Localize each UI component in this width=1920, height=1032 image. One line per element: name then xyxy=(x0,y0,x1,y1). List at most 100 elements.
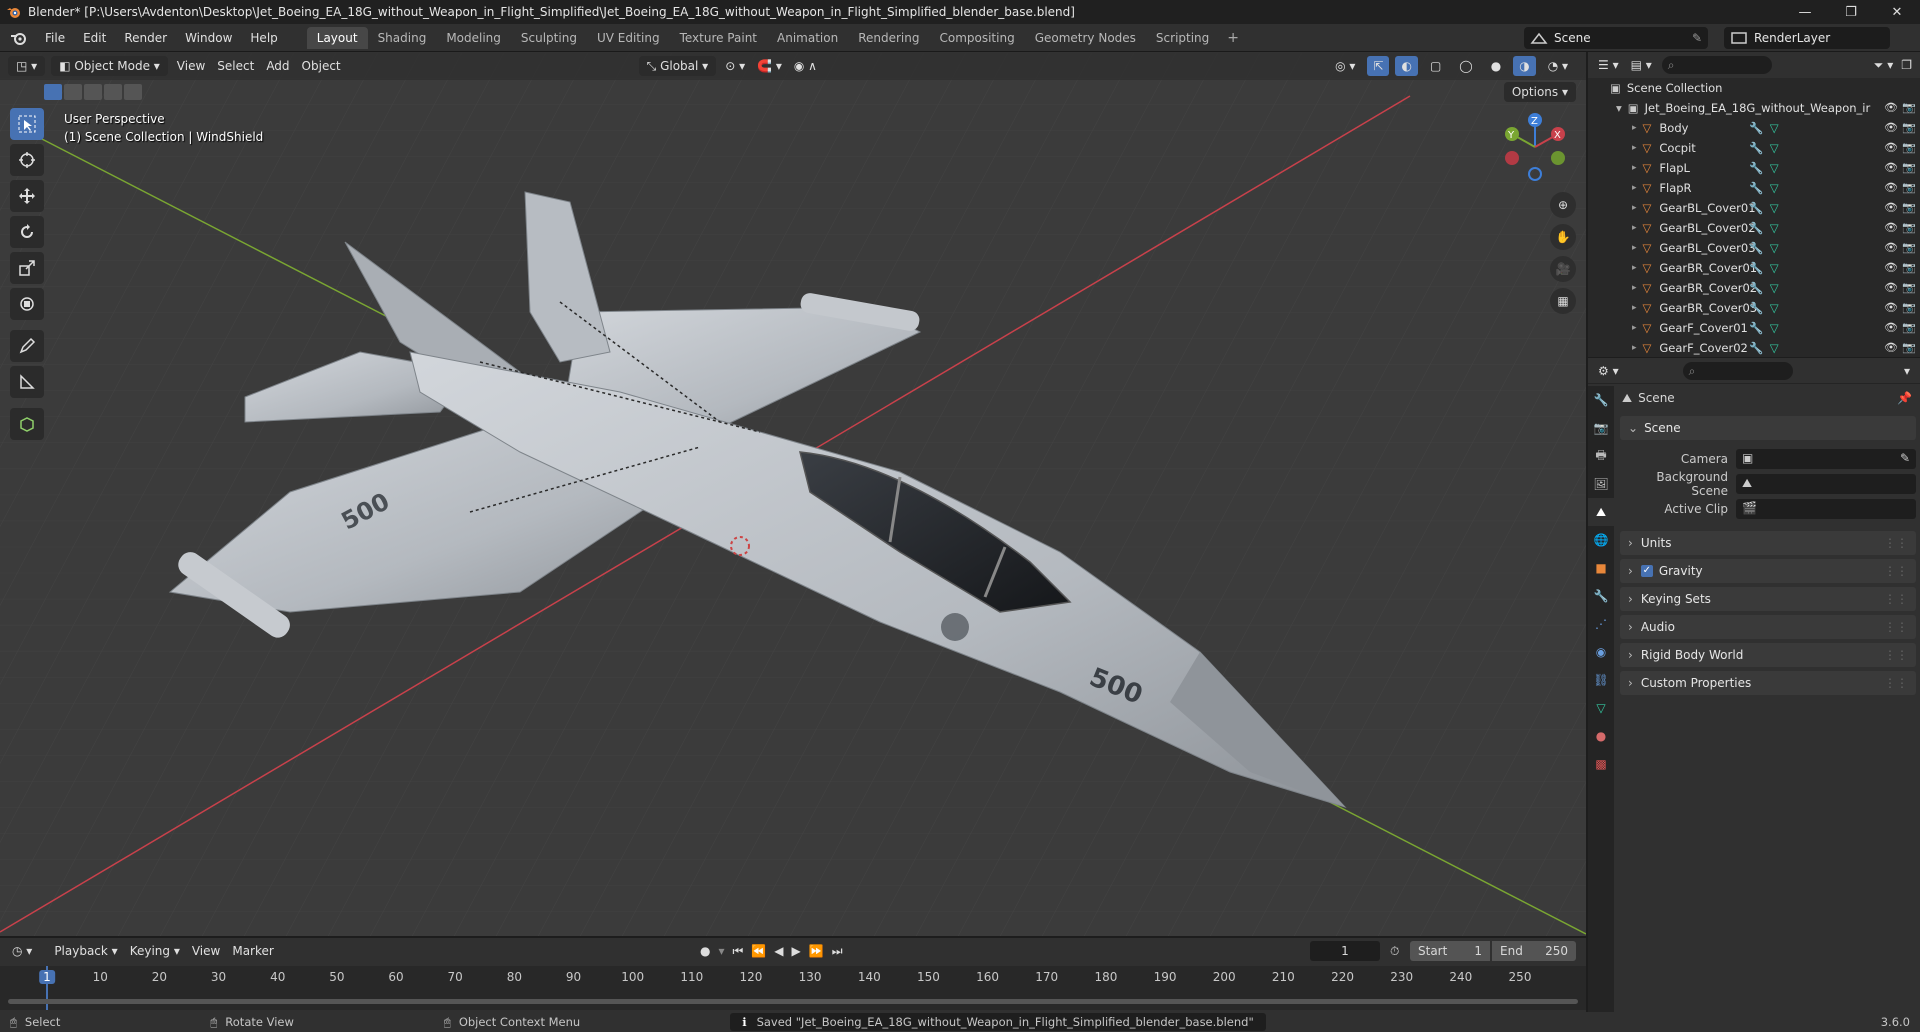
mesh-data-icon[interactable]: ▽ xyxy=(1770,281,1779,295)
visibility-eye-icon[interactable]: 👁 xyxy=(1884,281,1898,294)
mesh-data-icon[interactable]: ▽ xyxy=(1770,221,1779,235)
expand-chevron-icon[interactable]: ▸ xyxy=(1632,283,1637,293)
cursor-tool[interactable] xyxy=(10,144,44,176)
editor-type-dropdown[interactable]: ◳ ▾ xyxy=(8,56,46,76)
move-tool[interactable] xyxy=(10,180,44,212)
tab-shading[interactable]: Shading xyxy=(368,27,437,49)
outliner-item-row[interactable]: ▸ ▽ Body 🔧 ▽ 👁 📷 xyxy=(1588,118,1920,138)
tab-animation[interactable]: Animation xyxy=(767,27,848,49)
blender-menu-icon[interactable] xyxy=(8,29,30,47)
visibility-eye-icon[interactable]: 👁 xyxy=(1884,261,1898,274)
modifier-wrench-icon[interactable]: 🔧 xyxy=(1749,121,1763,135)
measure-tool[interactable] xyxy=(10,366,44,398)
select-new-icon[interactable] xyxy=(44,84,62,100)
outliner-item-row[interactable]: ▸ ▽ GearBL_Cover02 🔧 ▽ 👁 📷 xyxy=(1588,218,1920,238)
panel-header[interactable]: › Custom Properties ⋮⋮ xyxy=(1620,671,1916,695)
modifier-wrench-icon[interactable]: 🔧 xyxy=(1749,201,1763,215)
material-shading-icon[interactable]: ◑ xyxy=(1513,56,1536,76)
annotate-tool[interactable] xyxy=(10,330,44,362)
pivot-icon[interactable]: ⊙ ▾ xyxy=(719,56,751,76)
modifier-wrench-icon[interactable]: 🔧 xyxy=(1749,301,1763,315)
mesh-data-icon[interactable]: ▽ xyxy=(1770,341,1779,355)
visibility-icon[interactable]: ◎ ▾ xyxy=(1329,56,1361,76)
outliner-search-input[interactable]: ⌕ xyxy=(1661,56,1772,74)
menu-file[interactable]: File xyxy=(36,27,74,49)
gizmo-toggle-icon[interactable]: ⇱ xyxy=(1367,56,1390,76)
visibility-eye-icon[interactable]: 👁 xyxy=(1884,121,1898,134)
expand-chevron-icon[interactable]: ▸ xyxy=(1632,203,1637,213)
modifier-wrench-icon[interactable]: 🔧 xyxy=(1749,341,1763,355)
drag-handle-icon[interactable]: ⋮⋮ xyxy=(1884,620,1908,634)
panel-header[interactable]: › Rigid Body World ⋮⋮ xyxy=(1620,643,1916,667)
options-dropdown[interactable]: Options ▾ xyxy=(1503,82,1576,102)
outliner-item-row[interactable]: ▸ ▽ FlapL 🔧 ▽ 👁 📷 xyxy=(1588,158,1920,178)
keyframe-dropdown-icon[interactable]: ▾ xyxy=(718,944,724,959)
mesh-data-icon[interactable]: ▽ xyxy=(1770,141,1779,155)
outliner-item-row[interactable]: ▸ ▽ GearBR_Cover01 🔧 ▽ 👁 📷 xyxy=(1588,258,1920,278)
menu-playback[interactable]: Playback ▾ xyxy=(48,941,123,961)
scrollbar[interactable] xyxy=(8,999,1578,1004)
outliner-item-row[interactable]: ▸ ▽ GearF_Cover01 🔧 ▽ 👁 📷 xyxy=(1588,318,1920,338)
tab-layout[interactable]: Layout xyxy=(306,26,368,49)
zoom-icon[interactable]: ⊕ xyxy=(1550,192,1576,218)
play-icon[interactable]: ▶ xyxy=(792,944,801,959)
render-camera-icon[interactable]: 📷 xyxy=(1902,201,1916,214)
modifier-wrench-icon[interactable]: 🔧 xyxy=(1749,141,1763,155)
solid-shading-icon[interactable]: ● xyxy=(1485,56,1507,76)
drag-handle-icon[interactable]: ⋮⋮ xyxy=(1884,536,1908,550)
render-tab-icon[interactable]: 📷 xyxy=(1588,414,1614,442)
proportional-edit-icon[interactable]: ◉ ∧ xyxy=(788,56,823,76)
timeline-ruler[interactable]: 1 10 20 30 40 50 60 70 80 90 100 110 120 130 140 150 160… xyxy=(0,966,1586,1010)
expand-chevron-icon[interactable]: ▸ xyxy=(1632,343,1637,353)
expand-chevron-icon[interactable]: ▾ xyxy=(1616,101,1622,115)
menu-add[interactable]: Add xyxy=(260,56,295,76)
stopwatch-icon[interactable]: ⏱ xyxy=(1390,944,1399,959)
prev-keyframe-icon[interactable]: ⏪ xyxy=(751,944,766,959)
drag-handle-icon[interactable]: ⋮⋮ xyxy=(1884,648,1908,662)
menu-select[interactable]: Select xyxy=(211,56,260,76)
expand-chevron-icon[interactable]: ▸ xyxy=(1632,223,1637,233)
modifier-wrench-icon[interactable]: 🔧 xyxy=(1749,241,1763,255)
modifier-wrench-icon[interactable]: 🔧 xyxy=(1749,261,1763,275)
mesh-data-icon[interactable]: ▽ xyxy=(1770,161,1779,175)
render-camera-icon[interactable]: 📷 xyxy=(1902,161,1916,174)
start-frame-field[interactable]: Start 1 xyxy=(1410,941,1490,961)
camera-field[interactable]: ▣ ✎ xyxy=(1736,449,1916,469)
material-tab-icon[interactable]: ● xyxy=(1588,722,1614,750)
render-camera-icon[interactable]: 📷 xyxy=(1902,101,1916,114)
minimize-button[interactable]: — xyxy=(1782,0,1828,24)
panel-header[interactable]: › Units ⋮⋮ xyxy=(1620,531,1916,555)
expand-chevron-icon[interactable]: ▸ xyxy=(1632,143,1637,153)
timeline-editor-icon[interactable]: ◷ ▾ xyxy=(12,944,32,958)
menu-object[interactable]: Object xyxy=(296,56,347,76)
wireframe-shading-icon[interactable]: ◯ xyxy=(1453,56,1478,76)
pin-icon[interactable]: 📌 xyxy=(1897,391,1912,405)
outliner-item-row[interactable]: ▸ ▽ GearBL_Cover01 🔧 ▽ 👁 📷 xyxy=(1588,198,1920,218)
select-subtract-icon[interactable] xyxy=(84,84,102,100)
panel-header[interactable]: › ✓ Gravity ⋮⋮ xyxy=(1620,559,1916,583)
ortho-toggle-icon[interactable]: ▦ xyxy=(1550,288,1576,314)
expand-chevron-icon[interactable]: ▸ xyxy=(1632,263,1637,273)
mesh-data-icon[interactable]: ▽ xyxy=(1770,241,1779,255)
modifier-tab-icon[interactable]: 🔧 xyxy=(1588,582,1614,610)
transform-tool[interactable] xyxy=(10,288,44,320)
transform-orientation-dropdown[interactable]: ⤡ Global ▾ xyxy=(638,56,717,76)
scene-panel-header[interactable]: ⌄ Scene xyxy=(1620,416,1916,440)
mesh-data-icon[interactable]: ▽ xyxy=(1770,261,1779,275)
rendered-shading-icon[interactable]: ◔ ▾ xyxy=(1542,56,1574,76)
snap-icon[interactable]: 🧲 ▾ xyxy=(751,56,788,76)
render-camera-icon[interactable]: 📷 xyxy=(1902,141,1916,154)
visibility-eye-icon[interactable]: 👁 xyxy=(1884,181,1898,194)
outliner-editor-icon[interactable]: ☰ ▾ xyxy=(1598,58,1619,72)
new-collection-icon[interactable]: ❐ xyxy=(1901,58,1912,72)
render-camera-icon[interactable]: 📷 xyxy=(1902,301,1916,314)
record-icon[interactable]: ● xyxy=(700,944,710,959)
expand-chevron-icon[interactable]: ▸ xyxy=(1632,163,1637,173)
tab-geometry-nodes[interactable]: Geometry Nodes xyxy=(1025,27,1146,49)
tab-uv-editing[interactable]: UV Editing xyxy=(587,27,670,49)
close-button[interactable]: ✕ xyxy=(1874,0,1920,24)
visibility-eye-icon[interactable]: 👁 xyxy=(1884,201,1898,214)
properties-editor-icon[interactable]: ⚙ ▾ xyxy=(1598,364,1619,378)
scene-collection-row[interactable]: ▣ Scene Collection xyxy=(1588,78,1920,98)
render-camera-icon[interactable]: 📷 xyxy=(1902,121,1916,134)
